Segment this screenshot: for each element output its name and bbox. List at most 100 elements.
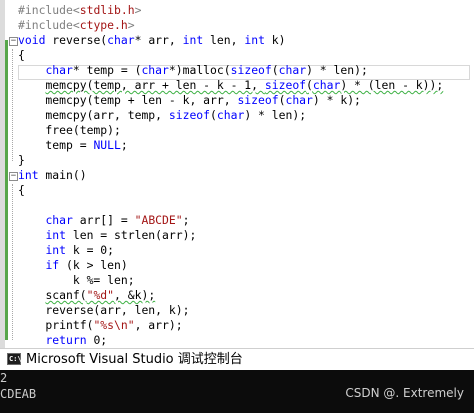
code-token: (k > len)	[59, 258, 128, 272]
collapse-reverse-icon[interactable]: −	[9, 37, 18, 46]
fold-guide-reverse	[12, 49, 13, 161]
code-token: ctype.h	[79, 18, 128, 32]
console-output-line: CDEAB	[0, 387, 37, 401]
code-line[interactable]: int len = strlen(arr);	[18, 228, 196, 243]
code-token: reverse(arr, len, k);	[18, 303, 190, 317]
code-line[interactable]: int k = 0;	[18, 243, 114, 258]
code-token: char	[312, 78, 341, 92]
code-line[interactable]: memcpy(temp, arr + len - k - 1, sizeof(c…	[18, 78, 443, 93]
code-token: sizeof	[237, 93, 279, 107]
code-token: k = 0;	[66, 243, 115, 257]
code-line[interactable]: reverse(arr, len, k);	[18, 303, 189, 318]
code-token: int	[45, 228, 67, 242]
code-token: #include<	[18, 18, 80, 32]
code-token: sizeof	[264, 78, 307, 92]
code-token: (	[271, 63, 279, 77]
code-line[interactable]: char* temp = (char*)malloc(sizeof(char) …	[18, 63, 368, 78]
code-token: main()	[38, 168, 87, 182]
code-token: "ABCDE"	[134, 213, 183, 227]
console-output-line: 2	[0, 371, 8, 385]
code-token: , arr);	[134, 318, 183, 332]
code-token: *)malloc(	[168, 63, 231, 77]
code-line[interactable]: memcpy(temp + len - k, arr, sizeof(char)…	[18, 93, 361, 108]
code-line[interactable]: memcpy(arr, temp, sizeof(char) * len);	[18, 108, 306, 123]
code-token: len,	[203, 33, 245, 47]
code-token: >	[127, 18, 135, 32]
code-token: reverse(	[45, 33, 108, 47]
watermark: CSDN @. Extremely	[345, 386, 464, 400]
code-token: return	[45, 333, 87, 347]
code-token: if	[45, 258, 60, 272]
code-line[interactable]: int main()	[18, 168, 87, 183]
code-line[interactable]: printf("%s\n", arr);	[18, 318, 183, 333]
code-token: #include<	[18, 3, 80, 17]
code-token: ) * len);	[244, 108, 307, 122]
code-token: int	[182, 33, 204, 47]
code-token: temp =	[18, 138, 94, 152]
code-token: memcpy(temp, arr + len - k - 1,	[45, 78, 265, 92]
code-token: memcpy(temp + len - k, arr,	[18, 93, 238, 107]
code-line[interactable]: void reverse(char* arr, int len, int k)	[18, 33, 286, 48]
code-token: void	[18, 33, 46, 47]
code-token: printf(	[18, 318, 94, 332]
collapse-main-icon[interactable]: −	[9, 172, 18, 181]
code-token: * arr,	[134, 33, 183, 47]
code-token: int	[45, 243, 67, 257]
console-title-bar[interactable]: C:\ Microsoft Visual Studio 调试控制台	[0, 348, 474, 371]
code-line[interactable]: char arr[] = "ABCDE";	[18, 213, 189, 228]
code-line[interactable]: return 0;	[18, 333, 107, 348]
code-token: memcpy(arr, temp,	[18, 108, 169, 122]
code-token: {	[18, 48, 25, 62]
code-token: 0;	[86, 333, 108, 347]
code-token: ;	[182, 213, 190, 227]
code-token: k)	[264, 33, 286, 47]
code-token: }	[18, 153, 25, 167]
code-line[interactable]: temp = NULL;	[18, 138, 128, 153]
code-token: len = strlen(arr);	[66, 228, 197, 242]
code-token: * temp = (	[72, 63, 142, 77]
code-token: char	[278, 63, 307, 77]
code-line[interactable]: {	[18, 48, 25, 63]
fold-guide-main	[12, 184, 13, 340]
code-token: k %= len;	[18, 273, 135, 287]
code-token: char	[141, 63, 169, 77]
code-line[interactable]: }	[18, 153, 25, 168]
code-token: ) * k);	[312, 93, 361, 107]
code-token: char	[45, 213, 73, 227]
code-token: int	[18, 168, 39, 182]
code-line[interactable]: #include<ctype.h>	[18, 18, 135, 33]
code-token: char	[107, 33, 135, 47]
code-line[interactable]: free(temp);	[18, 123, 121, 138]
console-window-icon: C:\	[7, 353, 22, 365]
code-token: char	[285, 93, 313, 107]
code-token: char	[216, 108, 245, 122]
code-token: ;	[120, 138, 128, 152]
code-token: ) * (len - k));	[340, 78, 444, 92]
code-token: sizeof	[230, 63, 272, 77]
code-line[interactable]: #include<stdlib.h>	[18, 3, 141, 18]
code-token: char	[45, 63, 73, 77]
code-editor[interactable]: − − #include<stdlib.h> #include<ctype.h> v…	[0, 0, 474, 348]
code-line[interactable]: if (k > len)	[18, 258, 128, 273]
code-line[interactable]: k %= len;	[18, 273, 135, 288]
code-token: int	[244, 33, 265, 47]
code-token: free(temp);	[18, 123, 121, 137]
code-token: ) * len);	[306, 63, 368, 77]
console-output[interactable]: 2 CDEAB CSDN @. Extremely	[0, 370, 474, 413]
code-line[interactable]: {	[18, 183, 25, 198]
code-line[interactable]: scanf("%d", &k);	[18, 288, 155, 303]
code-token: stdlib.h	[79, 3, 135, 17]
code-token: {	[18, 183, 25, 197]
code-token: (	[306, 78, 313, 92]
code-token: arr[] =	[72, 213, 135, 227]
code-token: , &k);	[114, 288, 156, 302]
console-title: Microsoft Visual Studio 调试控制台	[26, 352, 243, 367]
code-token: NULL	[93, 138, 121, 152]
